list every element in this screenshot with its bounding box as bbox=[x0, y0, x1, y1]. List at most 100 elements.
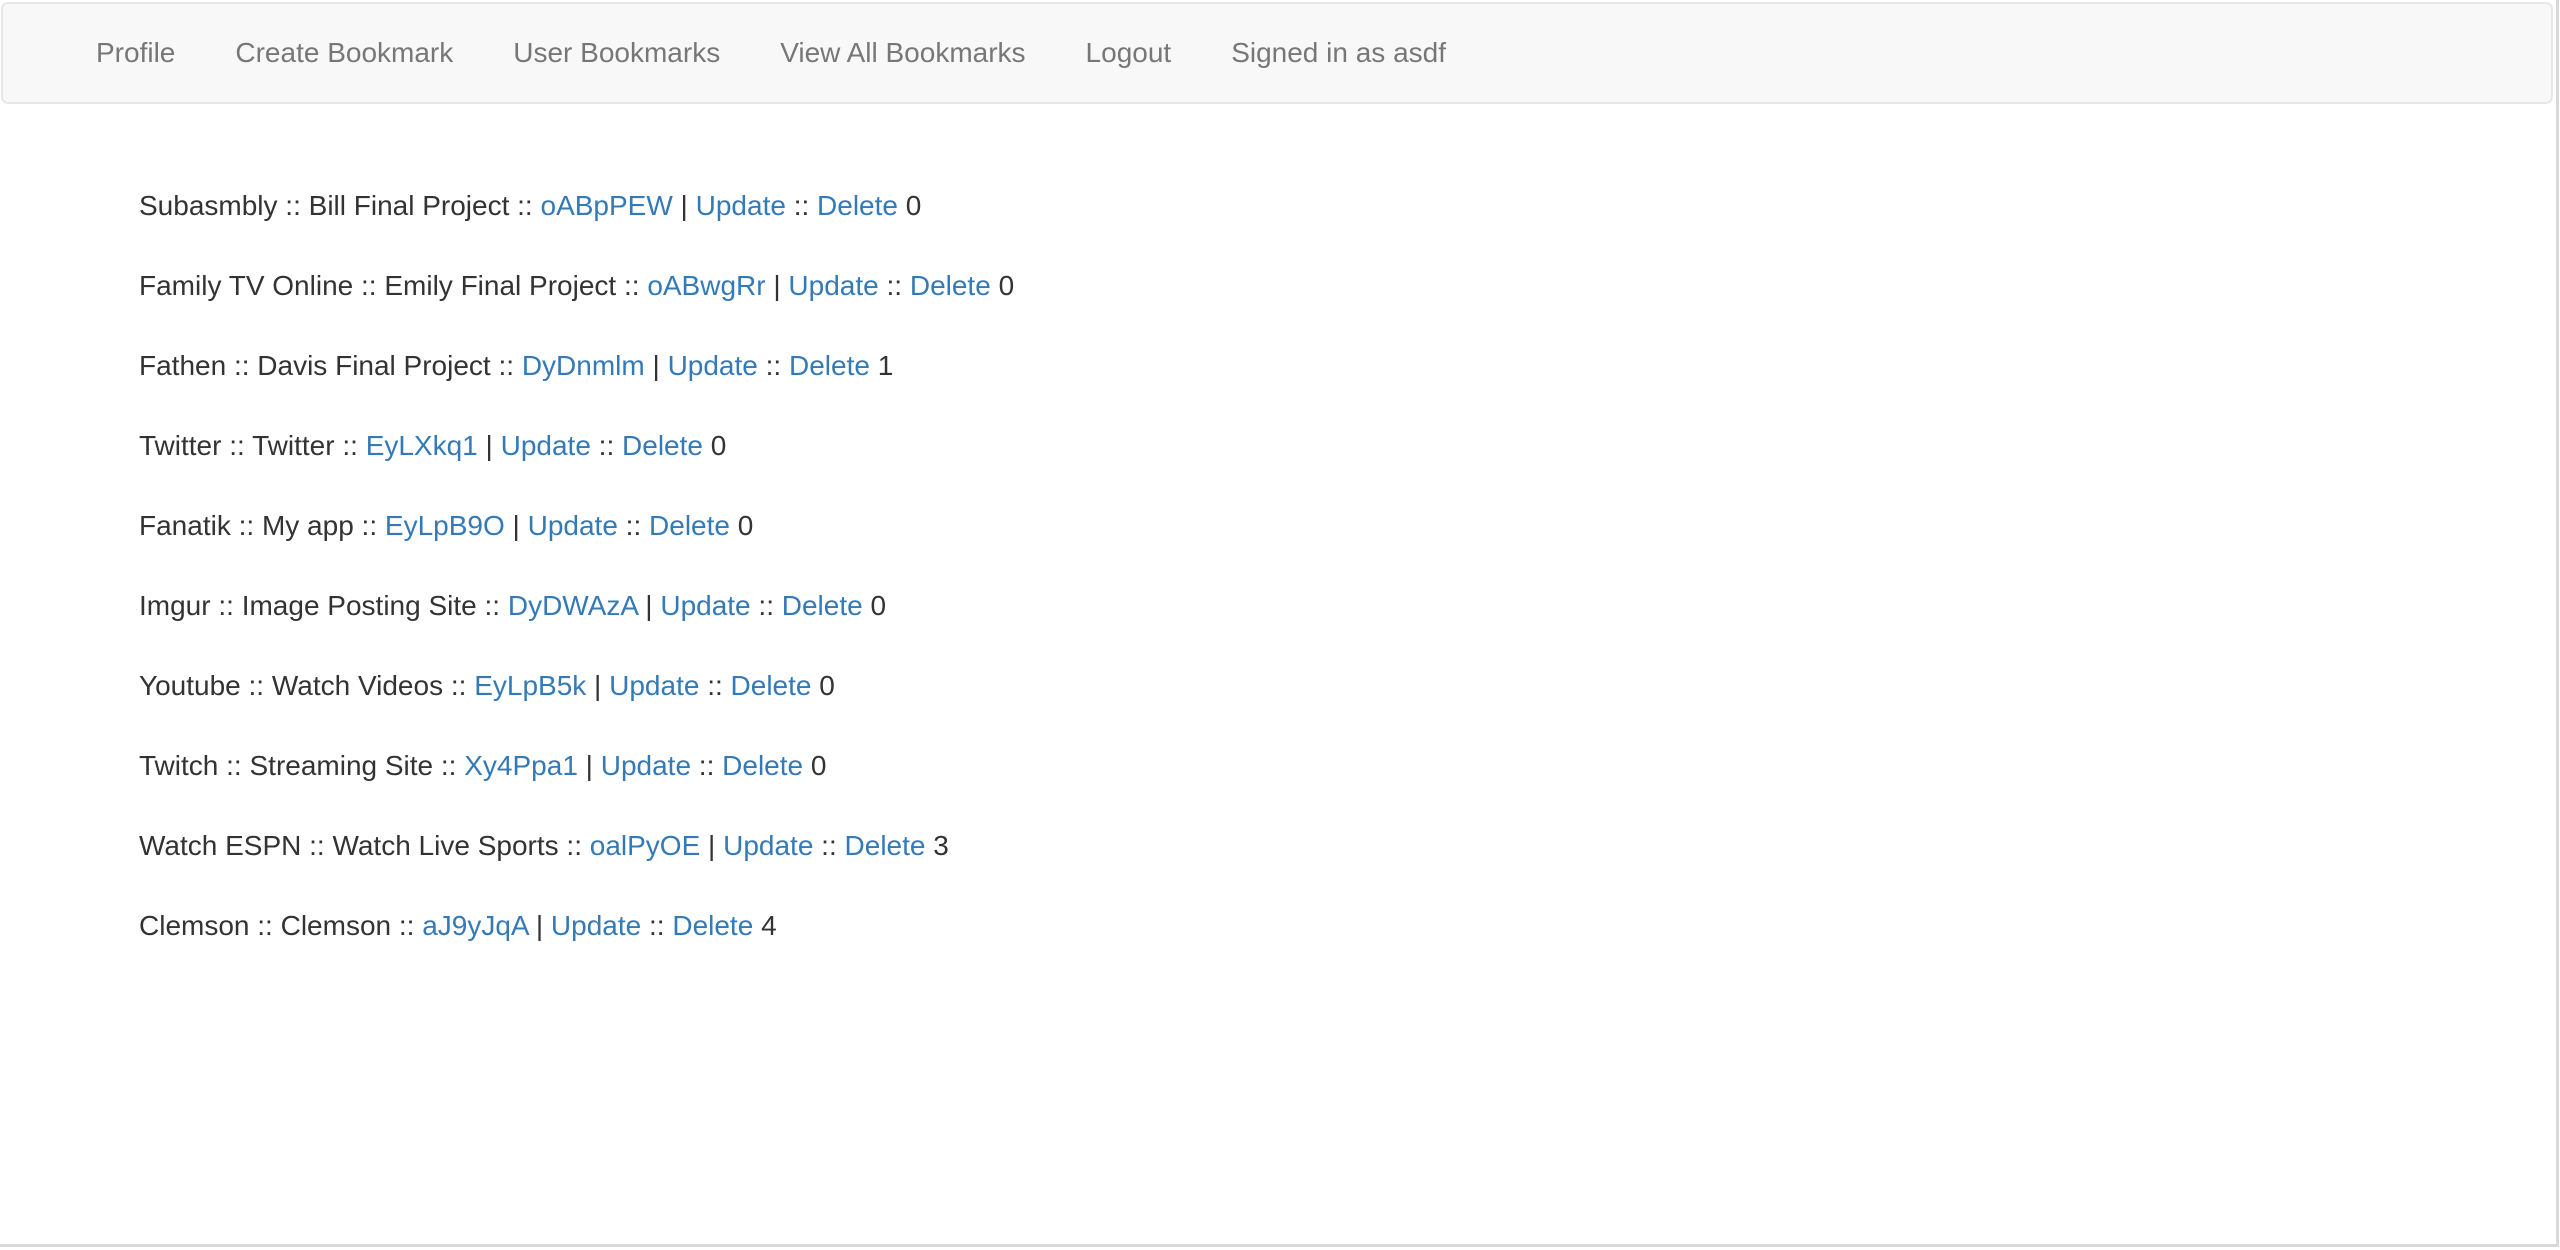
nav-logout-link[interactable]: Logout bbox=[1056, 4, 1202, 102]
name-separator: :: bbox=[277, 190, 309, 221]
pipe-separator: | bbox=[700, 830, 724, 861]
bookmark-row: Fanatik :: My app :: EyLpB9O | Update ::… bbox=[139, 496, 1014, 576]
name-separator: :: bbox=[353, 270, 385, 301]
name-separator: :: bbox=[230, 510, 262, 541]
bookmark-row: Twitch :: Streaming Site :: Xy4Ppa1 | Up… bbox=[139, 736, 1014, 816]
update-link[interactable]: Update bbox=[788, 270, 878, 301]
pipe-separator: | bbox=[477, 430, 501, 461]
update-link[interactable]: Update bbox=[601, 750, 691, 781]
bookmark-description: My app bbox=[261, 510, 354, 541]
bookmark-row: Clemson :: Clemson :: aJ9yJqA | Update :… bbox=[139, 896, 1014, 976]
bookmark-title: Fanatik bbox=[139, 510, 231, 541]
bookmark-short-link[interactable]: DyDWAzA bbox=[508, 590, 638, 621]
delete-link[interactable]: Delete bbox=[649, 510, 730, 541]
update-link[interactable]: Update bbox=[696, 190, 786, 221]
name-separator: :: bbox=[240, 670, 272, 701]
bookmark-title: Watch ESPN bbox=[139, 830, 302, 861]
delete-link[interactable]: Delete bbox=[782, 590, 863, 621]
delete-link[interactable]: Delete bbox=[722, 750, 803, 781]
bookmark-title: Twitch bbox=[139, 750, 219, 781]
delete-link[interactable]: Delete bbox=[910, 270, 991, 301]
name-separator: :: bbox=[210, 590, 242, 621]
nav-view-all-bookmarks-link[interactable]: View All Bookmarks bbox=[750, 4, 1055, 102]
update-link[interactable]: Update bbox=[551, 910, 641, 941]
delete-link[interactable]: Delete bbox=[817, 190, 898, 221]
bookmark-count: 4 bbox=[761, 910, 777, 941]
bookmark-count: 0 bbox=[810, 750, 827, 781]
name-separator: :: bbox=[490, 350, 522, 381]
bookmark-short-link[interactable]: oABwgRr bbox=[647, 270, 765, 301]
delete-link[interactable]: Delete bbox=[731, 670, 812, 701]
nav-create-bookmark-link[interactable]: Create Bookmark bbox=[205, 4, 483, 102]
bookmark-description: Twitter bbox=[252, 430, 335, 461]
name-separator: :: bbox=[353, 510, 385, 541]
name-separator: :: bbox=[249, 910, 281, 941]
update-link[interactable]: Update bbox=[528, 510, 618, 541]
bookmark-description: Streaming Site bbox=[249, 750, 434, 781]
bookmark-short-link[interactable]: EyLpB9O bbox=[385, 510, 505, 541]
name-separator: :: bbox=[558, 830, 590, 861]
update-link[interactable]: Update bbox=[501, 430, 591, 461]
bookmark-row: Subasmbly :: Bill Final Project :: oABpP… bbox=[139, 176, 1014, 256]
pipe-separator: | bbox=[577, 750, 601, 781]
action-separator: :: bbox=[641, 910, 673, 941]
nav-list: Profile Create Bookmark User Bookmarks V… bbox=[3, 4, 2551, 102]
bookmark-short-link[interactable]: aJ9yJqA bbox=[422, 910, 528, 941]
action-separator: :: bbox=[813, 830, 845, 861]
bookmark-description: Watch Live Sports bbox=[332, 830, 559, 861]
bookmark-title: Subasmbly bbox=[139, 190, 278, 221]
bookmark-count: 1 bbox=[877, 350, 894, 381]
name-separator: :: bbox=[301, 830, 333, 861]
action-separator: :: bbox=[750, 590, 782, 621]
action-separator: :: bbox=[878, 270, 910, 301]
bookmark-short-link[interactable]: DyDnmlm bbox=[522, 350, 645, 381]
bookmark-title: Clemson bbox=[139, 910, 250, 941]
bookmark-short-link[interactable]: EyLXkq1 bbox=[366, 430, 478, 461]
bookmark-short-link[interactable]: oalPyOE bbox=[590, 830, 701, 861]
nav-profile-link[interactable]: Profile bbox=[66, 4, 205, 102]
bookmark-short-link[interactable]: Xy4Ppa1 bbox=[464, 750, 578, 781]
update-link[interactable]: Update bbox=[668, 350, 758, 381]
bookmark-row: Imgur :: Image Posting Site :: DyDWAzA |… bbox=[139, 576, 1014, 656]
nav-user-bookmarks-link[interactable]: User Bookmarks bbox=[483, 4, 750, 102]
name-separator: :: bbox=[391, 910, 423, 941]
update-link[interactable]: Update bbox=[609, 670, 699, 701]
bookmark-description: Watch Videos bbox=[271, 670, 444, 701]
bookmark-short-link[interactable]: EyLpB5k bbox=[474, 670, 586, 701]
bookmark-description: Emily Final Project bbox=[384, 270, 617, 301]
pipe-separator: | bbox=[504, 510, 528, 541]
update-link[interactable]: Update bbox=[723, 830, 813, 861]
delete-link[interactable]: Delete bbox=[845, 830, 926, 861]
bookmark-title: Family TV Online bbox=[139, 270, 354, 301]
action-separator: :: bbox=[590, 430, 623, 461]
name-separator: :: bbox=[218, 750, 250, 781]
pipe-separator: | bbox=[637, 590, 661, 621]
action-separator: :: bbox=[691, 750, 723, 781]
signed-in-status: Signed in as asdf bbox=[1231, 37, 1446, 68]
action-separator: :: bbox=[699, 670, 731, 701]
bookmark-title: Youtube bbox=[139, 670, 241, 701]
delete-link[interactable]: Delete bbox=[672, 910, 753, 941]
pipe-separator: | bbox=[528, 910, 551, 941]
delete-link[interactable]: Delete bbox=[789, 350, 870, 381]
bookmark-count: 0 bbox=[870, 590, 887, 621]
name-separator: :: bbox=[226, 350, 258, 381]
bookmark-short-link[interactable]: oABpPEW bbox=[541, 190, 673, 221]
bookmark-row: Watch ESPN :: Watch Live Sports :: oalPy… bbox=[139, 816, 1014, 896]
name-separator: :: bbox=[433, 750, 465, 781]
bookmark-description: Bill Final Project bbox=[308, 190, 510, 221]
name-separator: :: bbox=[616, 270, 648, 301]
pipe-separator: | bbox=[586, 670, 610, 701]
bookmark-count: 0 bbox=[710, 430, 727, 461]
name-separator: :: bbox=[221, 430, 253, 461]
delete-link[interactable]: Delete bbox=[622, 430, 703, 461]
name-separator: :: bbox=[476, 590, 508, 621]
bookmark-description: Clemson bbox=[280, 910, 392, 941]
pipe-separator: | bbox=[765, 270, 789, 301]
bookmark-title: Twitter bbox=[139, 430, 222, 461]
update-link[interactable]: Update bbox=[660, 590, 750, 621]
